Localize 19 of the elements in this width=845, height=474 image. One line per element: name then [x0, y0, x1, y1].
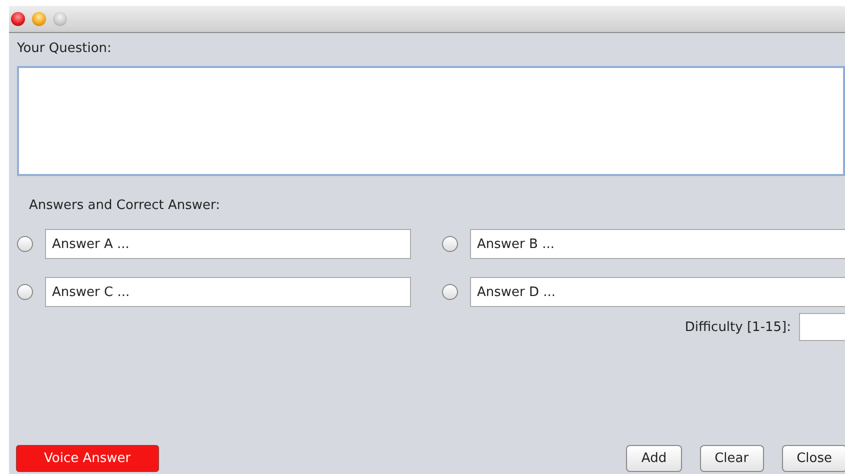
answer-field[interactable]: Answer D ...: [470, 277, 845, 307]
dialog-button[interactable]: Close: [782, 445, 845, 472]
difficulty-label: Difficulty [1-15]:: [684, 320, 791, 334]
answers-label: Answers and Correct Answer:: [29, 198, 221, 213]
voice-answer-button[interactable]: Voice Answer: [16, 445, 159, 472]
dialog-button[interactable]: Clear: [700, 445, 764, 472]
answer-field[interactable]: Answer C ...: [45, 277, 411, 307]
dialog-button[interactable]: Add: [626, 445, 682, 472]
answer-field[interactable]: Answer B ...: [470, 229, 845, 259]
radio-button[interactable]: [17, 284, 33, 300]
difficulty-field[interactable]: [799, 313, 845, 341]
radio-button[interactable]: [17, 236, 33, 252]
minimize-window-button[interactable]: [32, 12, 46, 26]
radio-button[interactable]: [442, 284, 458, 300]
question-label: Your Question:: [17, 41, 112, 56]
close-window-button[interactable]: [11, 12, 25, 26]
radio-button[interactable]: [442, 236, 458, 252]
question-field[interactable]: [17, 66, 845, 176]
answer-field[interactable]: Answer A ...: [45, 229, 411, 259]
